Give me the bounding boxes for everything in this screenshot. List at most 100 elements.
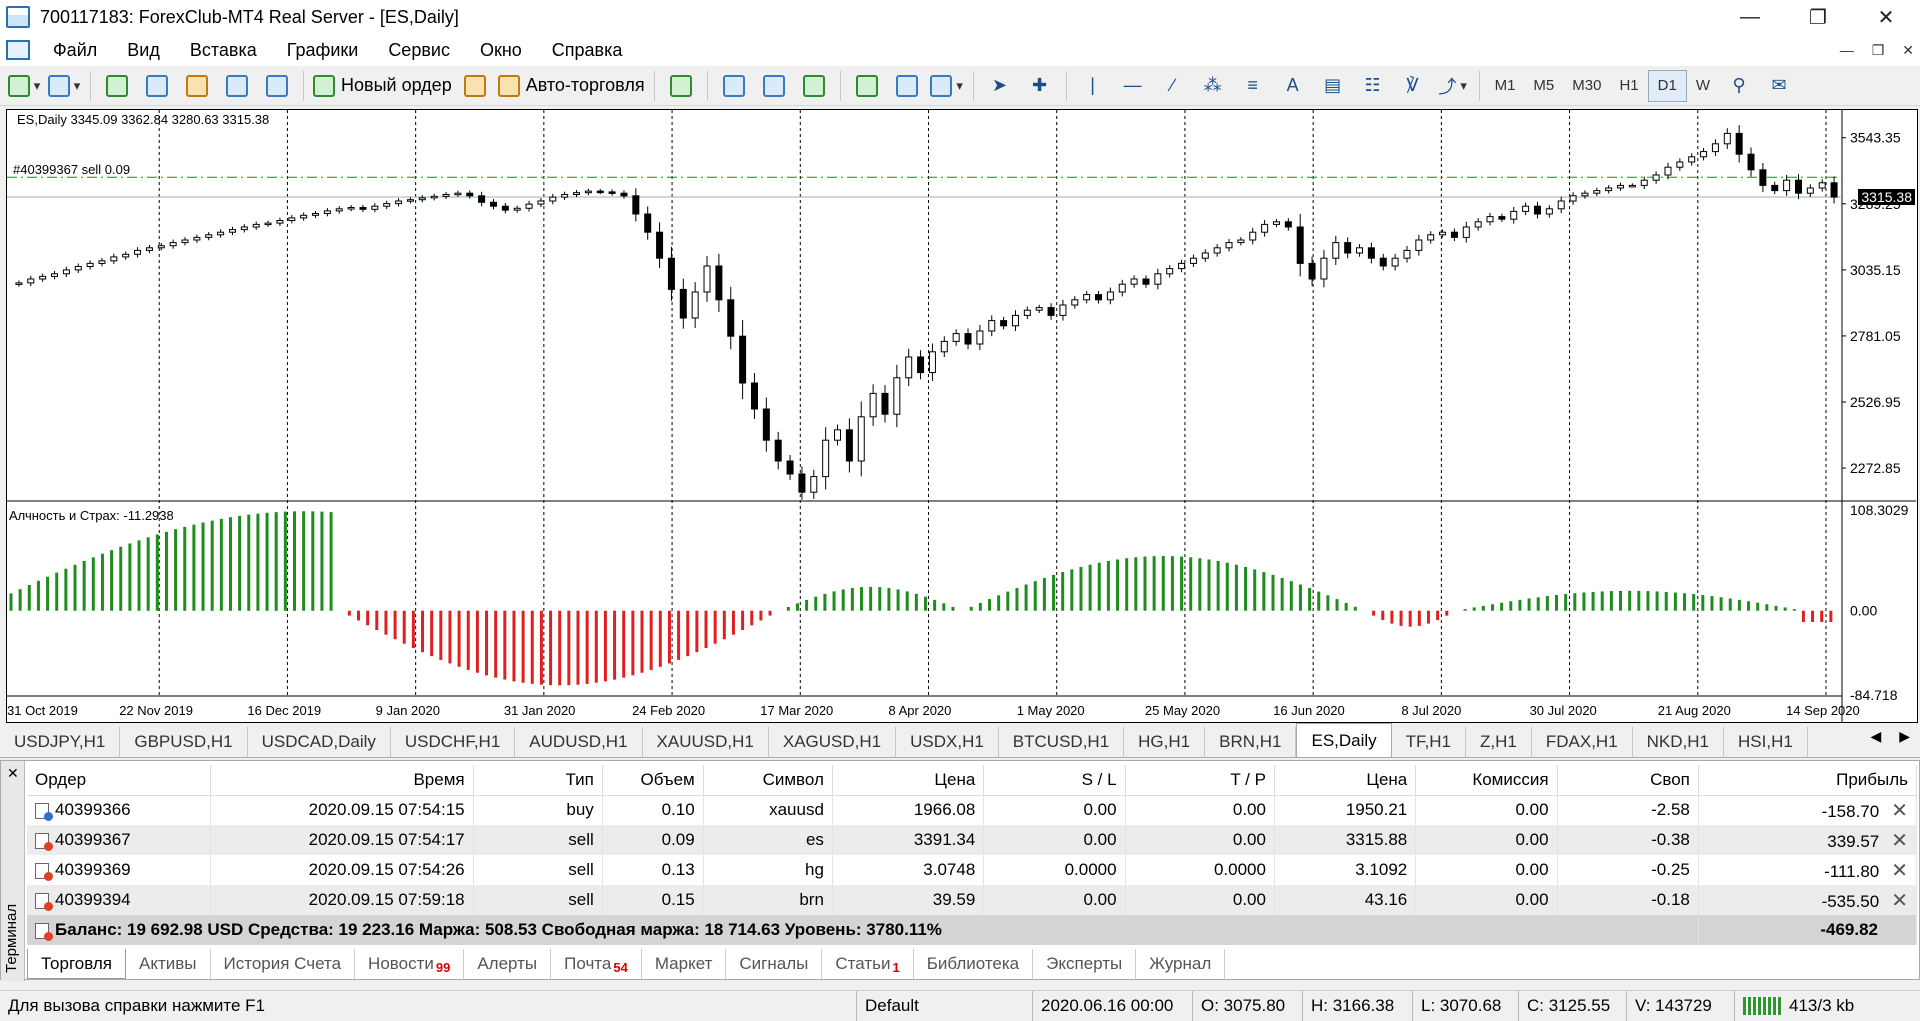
tabs-left-arrow-icon[interactable]: ◀ bbox=[1870, 728, 1881, 745]
chart-tab[interactable]: GBPUSD,H1 bbox=[120, 727, 248, 757]
auto-scroll-button[interactable] bbox=[850, 69, 884, 103]
chart-tab[interactable]: USDCHF,H1 bbox=[391, 727, 516, 757]
timeframe-m1[interactable]: M1 bbox=[1486, 70, 1525, 102]
column-header[interactable]: Прибыль bbox=[1698, 765, 1918, 796]
terminal-button[interactable] bbox=[220, 69, 254, 103]
chart-tab[interactable]: BRN,H1 bbox=[1205, 727, 1297, 757]
chart-tab[interactable]: USDJPY,H1 bbox=[0, 727, 121, 757]
close-order-icon[interactable]: ✕ bbox=[1891, 858, 1908, 883]
chart-tab[interactable]: HG,H1 bbox=[1124, 727, 1206, 757]
table-row[interactable]: 40399394 2020.09.15 07:59:18 sell 0.15 brn 39… bbox=[27, 885, 1918, 915]
chart-tab[interactable]: USDCAD,Daily bbox=[248, 727, 391, 757]
chart-window[interactable]: 31 Oct 2019 22 Nov 2019 16 Dec 2019 9 Jan 2… bbox=[6, 109, 1918, 723]
column-header[interactable]: Цена bbox=[832, 765, 985, 796]
terminal-tab[interactable]: Новости 99 bbox=[355, 949, 465, 979]
market-watch-button[interactable] bbox=[100, 69, 134, 103]
timeframe-h1[interactable]: H1 bbox=[1610, 70, 1647, 102]
terminal-tab[interactable]: Эксперты bbox=[1033, 949, 1137, 979]
maximize-button[interactable]: ❐ bbox=[1784, 0, 1852, 34]
close-order-icon[interactable]: ✕ bbox=[1891, 798, 1908, 823]
menu-view[interactable]: Вид bbox=[112, 40, 175, 61]
terminal-tab[interactable]: Сигналы bbox=[726, 949, 823, 979]
timeframe-m30[interactable]: M30 bbox=[1563, 70, 1610, 102]
menu-charts[interactable]: Графики bbox=[272, 40, 374, 61]
column-header[interactable]: T / P bbox=[1125, 765, 1275, 796]
chart-tab[interactable]: BTCUSD,H1 bbox=[999, 727, 1125, 757]
terminal-tab[interactable]: История Счета bbox=[211, 949, 356, 979]
menu-file[interactable]: Файл bbox=[38, 40, 112, 61]
terminal-tab[interactable]: Торговля bbox=[27, 949, 127, 979]
terminal-tab[interactable]: Журнал bbox=[1136, 949, 1226, 979]
terminal-tab[interactable]: Библиотека bbox=[914, 949, 1034, 979]
timeframe-w[interactable]: W bbox=[1687, 70, 1719, 102]
fibonacci-button[interactable]: ≡ bbox=[1236, 69, 1270, 103]
menu-tools[interactable]: Сервис bbox=[373, 40, 465, 61]
table-row[interactable]: 40399369 2020.09.15 07:54:26 sell 0.13 hg 3.0… bbox=[27, 855, 1918, 885]
gann-button[interactable]: ☷ bbox=[1356, 69, 1390, 103]
mdi-minimize-button[interactable]: — bbox=[1840, 42, 1854, 58]
column-header[interactable]: Время bbox=[210, 765, 474, 796]
terminal-tab[interactable]: Маркет bbox=[642, 949, 727, 979]
column-header[interactable]: Комиссия bbox=[1415, 765, 1558, 796]
navigator-button[interactable] bbox=[180, 69, 214, 103]
minimize-button[interactable]: — bbox=[1716, 0, 1784, 34]
terminal-tab[interactable]: Почта 54 bbox=[551, 949, 642, 979]
chart-tab[interactable]: XAUUSD,H1 bbox=[643, 727, 769, 757]
table-row[interactable]: 40399367 2020.09.15 07:54:17 sell 0.09 es 339… bbox=[27, 825, 1918, 855]
new-chart-button[interactable] bbox=[7, 69, 41, 103]
menu-insert[interactable]: Вставка bbox=[175, 40, 272, 61]
mdi-restore-button[interactable]: ❐ bbox=[1872, 42, 1885, 59]
chart-tab[interactable]: Z,H1 bbox=[1466, 727, 1532, 757]
andrews-button[interactable]: ℣ bbox=[1396, 69, 1430, 103]
column-header[interactable]: S / L bbox=[983, 765, 1126, 796]
column-header[interactable]: Символ bbox=[703, 765, 833, 796]
column-header[interactable]: Своп bbox=[1557, 765, 1699, 796]
chart-tab[interactable]: USDX,H1 bbox=[896, 727, 999, 757]
mdi-window-icon[interactable] bbox=[6, 40, 30, 60]
metaeditor-button[interactable] bbox=[458, 69, 492, 103]
new-order-button[interactable]: Новый ордер bbox=[313, 69, 452, 103]
timeframe-d1[interactable]: D1 bbox=[1647, 69, 1687, 102]
tester-button[interactable] bbox=[260, 69, 294, 103]
zoom-in-button[interactable] bbox=[717, 69, 751, 103]
close-icon[interactable]: ✕ bbox=[7, 765, 19, 782]
trendline-button[interactable]: ∕ bbox=[1156, 69, 1190, 103]
terminal-tab[interactable]: Статьи 1 bbox=[822, 949, 914, 979]
arrows-button[interactable]: ⤴ bbox=[1436, 69, 1470, 103]
menu-window[interactable]: Окно bbox=[465, 40, 537, 61]
close-order-icon[interactable]: ✕ bbox=[1891, 888, 1908, 913]
chart-tab[interactable]: ES,Daily bbox=[1296, 723, 1392, 757]
column-header[interactable]: Ордер bbox=[27, 765, 212, 796]
mdi-close-button[interactable]: ✕ bbox=[1902, 42, 1914, 59]
horizontal-line-button[interactable]: — bbox=[1116, 69, 1150, 103]
chart-svg[interactable]: 31 Oct 2019 22 Nov 2019 16 Dec 2019 9 Jan 2… bbox=[7, 110, 1917, 722]
profiles-button[interactable] bbox=[47, 69, 81, 103]
column-header[interactable]: Тип bbox=[473, 765, 603, 796]
bar-chart-button[interactable] bbox=[664, 69, 698, 103]
table-row[interactable]: 40399366 2020.09.15 07:54:15 buy 0.10 xauusd… bbox=[27, 795, 1918, 825]
vertical-line-button[interactable]: | bbox=[1076, 69, 1110, 103]
chat-button[interactable]: ✉ bbox=[1762, 69, 1796, 103]
text-label-button[interactable]: ▤ bbox=[1316, 69, 1350, 103]
chart-tab[interactable]: TF,H1 bbox=[1392, 727, 1467, 757]
chart-tab[interactable]: AUDUSD,H1 bbox=[515, 727, 643, 757]
menu-help[interactable]: Справка bbox=[537, 40, 638, 61]
chart-tab[interactable]: HSI,H1 bbox=[1724, 727, 1808, 757]
chart-tab[interactable]: NKD,H1 bbox=[1633, 727, 1725, 757]
close-button[interactable]: ✕ bbox=[1852, 0, 1920, 34]
chart-tab[interactable]: FDAX,H1 bbox=[1532, 727, 1633, 757]
chart-tab[interactable]: XAGUSD,H1 bbox=[769, 727, 897, 757]
timeframe-m5[interactable]: M5 bbox=[1524, 70, 1563, 102]
terminal-tab[interactable]: Алерты bbox=[464, 949, 552, 979]
close-order-icon[interactable]: ✕ bbox=[1891, 828, 1908, 853]
search-button[interactable]: ⚲ bbox=[1722, 69, 1756, 103]
autotrading-button[interactable]: Авто-торговля bbox=[497, 69, 645, 103]
equidistant-channel-button[interactable]: ⁂ bbox=[1196, 69, 1230, 103]
tile-windows-button[interactable] bbox=[797, 69, 831, 103]
tabs-right-arrow-icon[interactable]: ▶ bbox=[1899, 728, 1910, 745]
periods-button[interactable] bbox=[930, 69, 964, 103]
text-button[interactable]: A bbox=[1276, 69, 1310, 103]
chart-shift-button[interactable] bbox=[890, 69, 924, 103]
zoom-out-button[interactable] bbox=[757, 69, 791, 103]
order-line-label[interactable]: #40399367 sell 0.09 bbox=[13, 162, 130, 177]
